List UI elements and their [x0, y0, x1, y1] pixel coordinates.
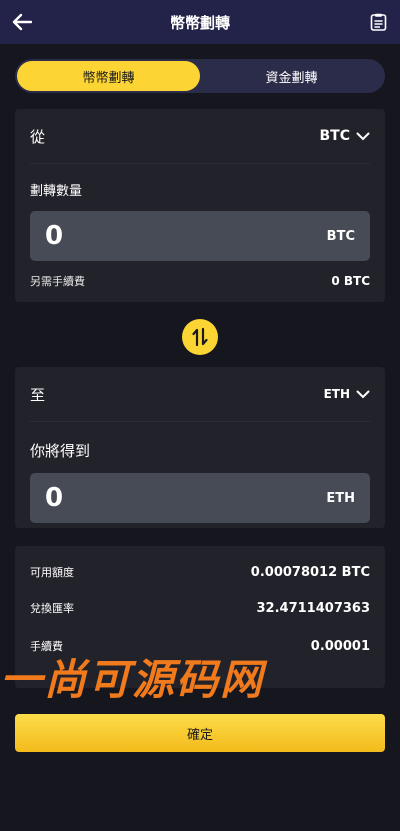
to-coin: ETH [323, 387, 350, 401]
tab-fund-transfer[interactable]: 資金劃轉 [200, 61, 383, 91]
swap-arrows-icon [192, 327, 208, 347]
rate-row: 兌換匯率 32.4711407363 [30, 600, 370, 616]
rate-label: 兌換匯率 [30, 602, 74, 615]
amount-label: 劃轉數量 [30, 184, 83, 199]
receive-unit: ETH [326, 490, 355, 506]
page-title: 幣幣劃轉 [169, 13, 230, 32]
to-label: 至 [30, 385, 46, 404]
available-value: 0.00078012 BTC [250, 564, 370, 580]
receive-value: 0 [45, 483, 64, 513]
receive-label: 你將得到 [30, 442, 91, 460]
amount-unit: BTC [326, 228, 355, 244]
record-list-icon[interactable] [368, 12, 388, 32]
amount-value: 0 [45, 221, 64, 251]
from-card: 從 BTC 劃轉數量 0 BTC 另需手續費 0 BTC [15, 109, 385, 302]
extra-fee-label: 另需手續費 [30, 275, 85, 288]
confirm-button[interactable]: 確定 [15, 714, 385, 752]
amount-input[interactable]: 0 BTC [30, 211, 370, 261]
divider [30, 421, 370, 422]
swap-direction-button[interactable] [182, 319, 218, 355]
transfer-type-tabs: 幣幣劃轉 資金劃轉 [15, 59, 385, 93]
extra-fee-row: 另需手續費 0 BTC [15, 273, 385, 289]
from-label: 從 [30, 127, 46, 146]
back-arrow-icon[interactable] [10, 10, 34, 34]
from-coin-select[interactable]: BTC [320, 128, 371, 144]
divider [30, 163, 370, 164]
from-row: 從 BTC [15, 109, 385, 163]
chevron-down-icon [356, 132, 370, 140]
to-row: 至 ETH [15, 367, 385, 421]
receive-output: 0 ETH [30, 473, 370, 523]
to-coin-select[interactable]: ETH [324, 387, 370, 401]
available-label: 可用額度 [30, 566, 74, 579]
to-card: 至 ETH 你將得到 0 ETH [15, 367, 385, 528]
rate-value: 32.4711407363 [256, 600, 370, 616]
available-row: 可用額度 0.00078012 BTC [30, 564, 370, 580]
extra-fee-value: 0 BTC [331, 274, 370, 288]
chevron-down-icon [356, 390, 370, 398]
top-bar: 幣幣劃轉 [0, 0, 400, 44]
watermark-text: 一尚可源码网 [0, 654, 265, 704]
from-coin: BTC [319, 128, 351, 144]
tab-coin-transfer[interactable]: 幣幣劃轉 [17, 61, 200, 91]
